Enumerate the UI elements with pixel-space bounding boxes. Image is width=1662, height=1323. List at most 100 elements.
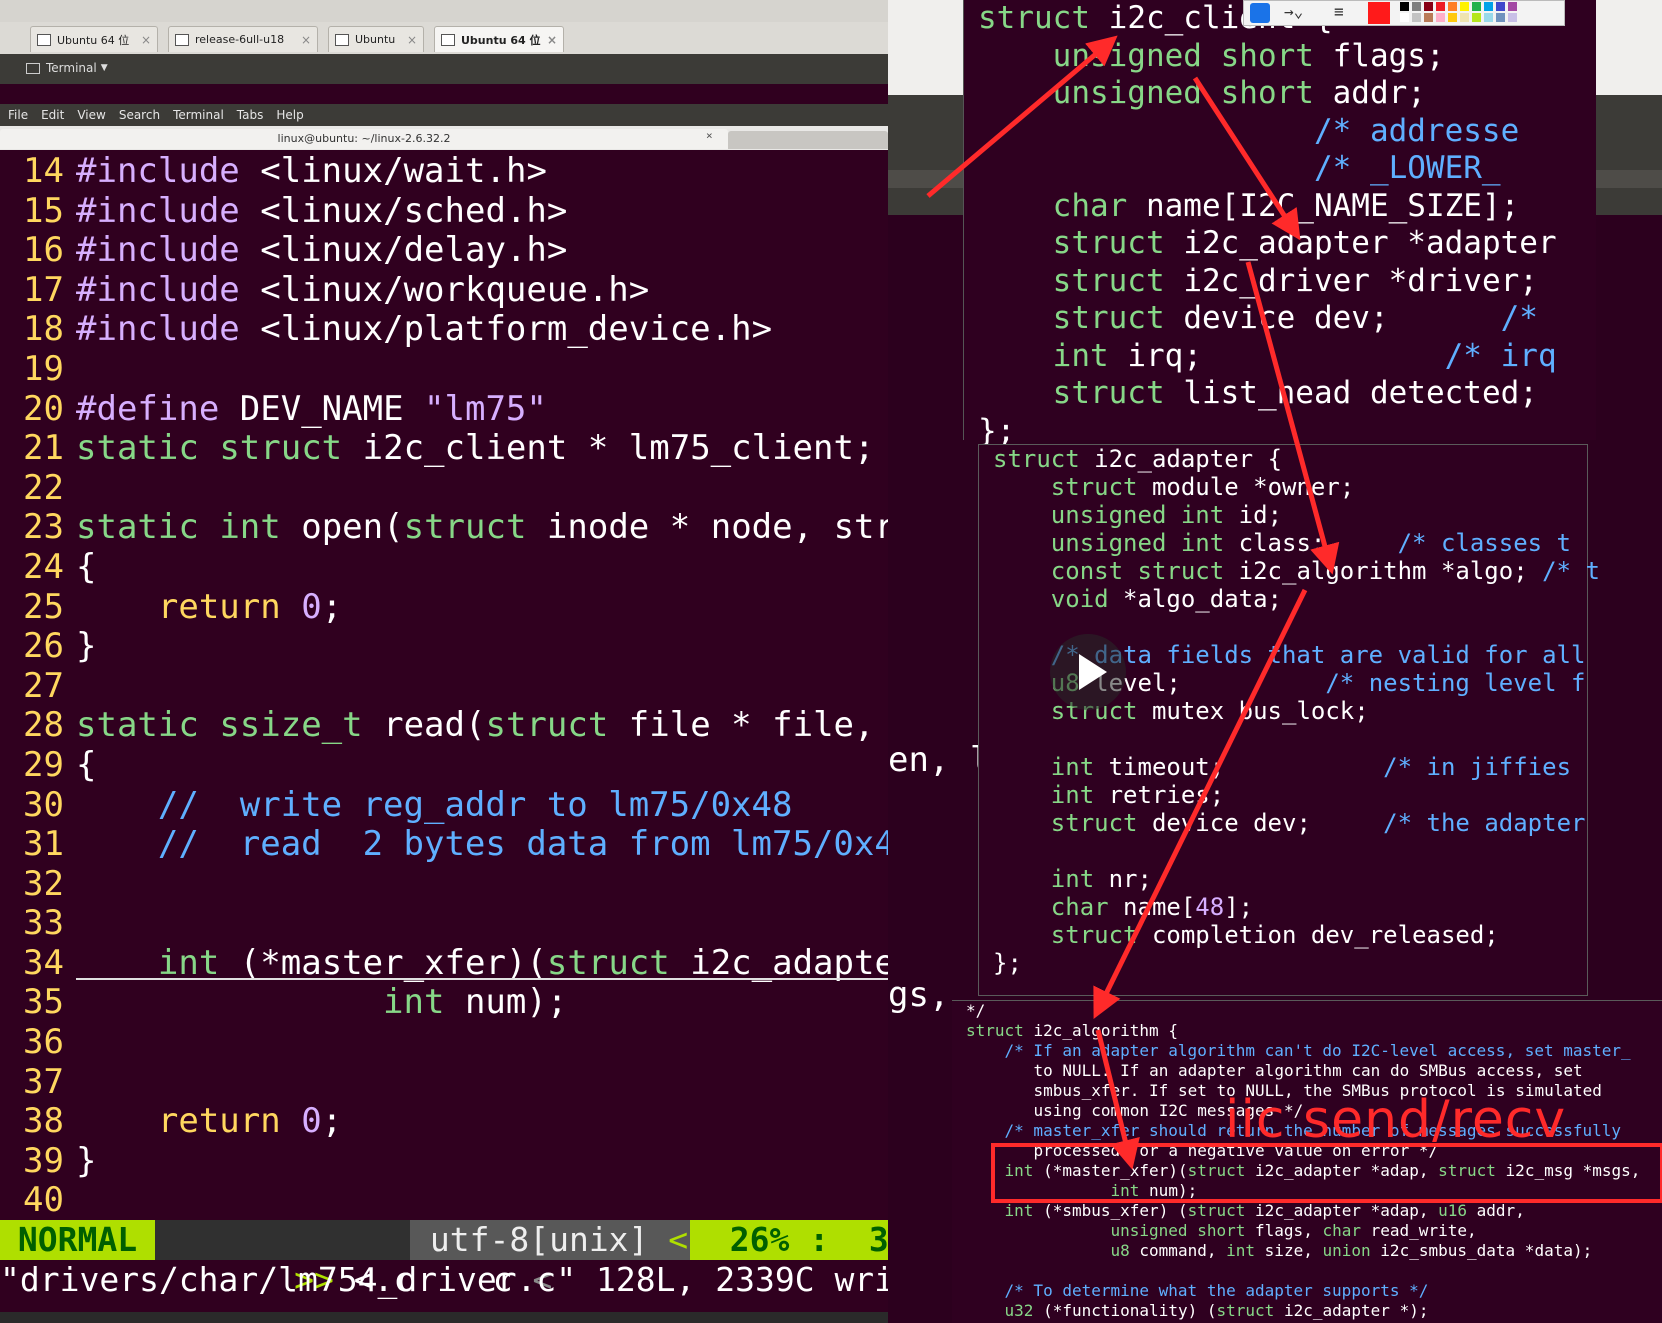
line-text: #define DEV_NAME "lm75" <box>76 389 547 429</box>
color-swatch[interactable] <box>1424 13 1433 22</box>
code-line[interactable]: 29 { <box>0 745 888 786</box>
code-line[interactable]: 35 int num); <box>0 983 888 1023</box>
line-text: int (*master_xfer)(struct i2c_adapter <box>76 943 888 983</box>
menu-tabs[interactable]: Tabs <box>232 108 269 122</box>
color-swatch[interactable] <box>1412 13 1421 22</box>
code-line[interactable]: 23 static int open(struct inode * node, s… <box>0 508 888 548</box>
code-line[interactable]: 33 <box>0 904 888 944</box>
color-swatch[interactable] <box>1508 2 1517 11</box>
horizontal-scrollbar[interactable] <box>0 1312 888 1323</box>
color-swatch[interactable] <box>1400 2 1409 11</box>
code-line[interactable]: 32 <box>0 864 888 905</box>
code-line[interactable]: 39} <box>0 1141 888 1182</box>
code-line[interactable]: 27 <box>0 666 888 707</box>
code-line[interactable]: 25 return 0; <box>0 587 888 628</box>
code-line[interactable]: 37 <box>0 1062 888 1103</box>
color-swatch[interactable] <box>1436 13 1445 22</box>
color-swatch[interactable] <box>1472 13 1481 22</box>
color-swatch[interactable] <box>1484 2 1493 11</box>
code-line[interactable]: 26} <box>0 626 888 667</box>
terminal-tab-inactive[interactable] <box>728 131 888 149</box>
line-number: 26 <box>23 626 64 667</box>
color-swatch[interactable] <box>1400 13 1409 22</box>
color-swatch[interactable] <box>1448 2 1457 11</box>
color-swatch[interactable] <box>1412 2 1421 11</box>
code-line[interactable]: 22 <box>0 468 888 509</box>
color-swatch[interactable] <box>1448 13 1457 22</box>
color-swatch[interactable] <box>1496 2 1505 11</box>
arrow-tool-icon[interactable]: →⌄ <box>1284 2 1303 21</box>
pointer-tool-icon[interactable] <box>1250 3 1270 23</box>
code-token: i2c_algorithm <box>1033 1021 1159 1040</box>
vm-toolbar <box>0 0 888 22</box>
code-keyword: unsigned <box>1052 75 1202 111</box>
color-swatch[interactable] <box>1436 2 1445 11</box>
color-swatch[interactable] <box>1472 2 1481 11</box>
line-number: 40 <box>23 1180 64 1221</box>
menu-view[interactable]: View <box>72 108 110 122</box>
code-line[interactable]: 28 static ssize_t read(struct file * file… <box>0 706 888 746</box>
cmdline-message: "drivers/char/lm754_driver.c" 128L, 2339… <box>0 1260 888 1299</box>
code-line[interactable]: 21 static struct i2c_client * lm75_client… <box>0 428 888 469</box>
code-token: flags <box>1255 1221 1304 1240</box>
line-width-icon[interactable]: ≡ <box>1334 2 1344 21</box>
color-swatch[interactable] <box>1424 2 1433 11</box>
code-token: * <box>1407 225 1426 261</box>
vm-tab-3[interactable]: Ubuntu × <box>328 26 424 52</box>
color-swatch[interactable] <box>1496 13 1505 22</box>
code-line[interactable]: 36 <box>0 1022 888 1063</box>
close-icon[interactable]: × <box>547 33 557 47</box>
color-swatch[interactable] <box>1508 13 1517 22</box>
code-token: ( <box>526 942 547 983</box>
drawing-toolbar[interactable]: →⌄ ≡ <box>1243 0 1565 26</box>
close-icon[interactable]: × <box>301 33 311 47</box>
code-line[interactable]: 30 // write reg_addr to lm75/0x48 <box>0 785 888 826</box>
code-keyword: short <box>1220 75 1314 111</box>
terminal-tab-title[interactable]: linux@ubuntu: ~/linux-2.6.32.2 <box>0 129 728 149</box>
vm-tab-bar: Ubuntu 64 位 × release-6ull-u18 × Ubuntu … <box>0 22 888 55</box>
menu-file[interactable]: File <box>3 108 33 122</box>
color-swatch[interactable] <box>1460 13 1469 22</box>
code-token: , <box>1534 1061 1545 1080</box>
code-line[interactable]: 16 #include <linux/delay.h> <box>0 230 888 271</box>
terminal-icon <box>26 62 40 74</box>
color-swatch[interactable] <box>1460 2 1469 11</box>
code-line[interactable]: 40 <box>0 1181 888 1221</box>
menu-help[interactable]: Help <box>271 108 308 122</box>
menu-edit[interactable]: Edit <box>36 108 69 122</box>
code-line[interactable]: 31 // read 2 bytes data from lm75/0x48 <box>0 824 888 865</box>
code-line[interactable]: 14 #include <linux/wait.h> <box>0 151 888 192</box>
vm-tab-1[interactable]: Ubuntu 64 位 × <box>30 26 158 52</box>
code-token: linux <box>280 230 384 271</box>
code-line[interactable]: 38 return 0; <box>0 1101 888 1142</box>
close-icon[interactable]: × <box>141 33 151 47</box>
code-line[interactable]: 15 #include <linux/sched.h> <box>0 191 888 232</box>
code-line[interactable]: 24 { <box>0 547 888 588</box>
play-button[interactable] <box>1050 634 1126 710</box>
color-swatch[interactable] <box>1484 13 1493 22</box>
terminal-app-menu[interactable]: Terminal ▼ <box>26 61 108 75</box>
code-line[interactable]: 17 #include <linux/workqueue.h> <box>0 270 888 311</box>
menu-search[interactable]: Search <box>114 108 165 122</box>
code-line[interactable]: 18 #include <linux/platform_device.h> <box>0 310 888 350</box>
code-keyword: struct <box>219 428 343 469</box>
close-icon[interactable]: × <box>706 129 713 142</box>
code-token: flags <box>1332 37 1426 74</box>
code-line[interactable]: 20 #define DEV_NAME "lm75" <box>0 389 888 430</box>
vm-tab-2[interactable]: release-6ull-u18 × <box>168 26 318 52</box>
vm-tab-4-active[interactable]: Ubuntu 64 位 × <box>434 26 564 52</box>
selected-color-swatch[interactable] <box>1368 2 1390 24</box>
menu-terminal[interactable]: Terminal <box>168 108 229 122</box>
code-token: * <box>1388 262 1408 299</box>
close-icon[interactable]: × <box>407 33 417 47</box>
code-token: If <box>1149 1081 1169 1100</box>
code-line[interactable]: 19 <box>0 349 888 390</box>
vim-buffer[interactable]: 14 #include <linux/wait.h> 15 #include <lin… <box>0 151 888 1221</box>
